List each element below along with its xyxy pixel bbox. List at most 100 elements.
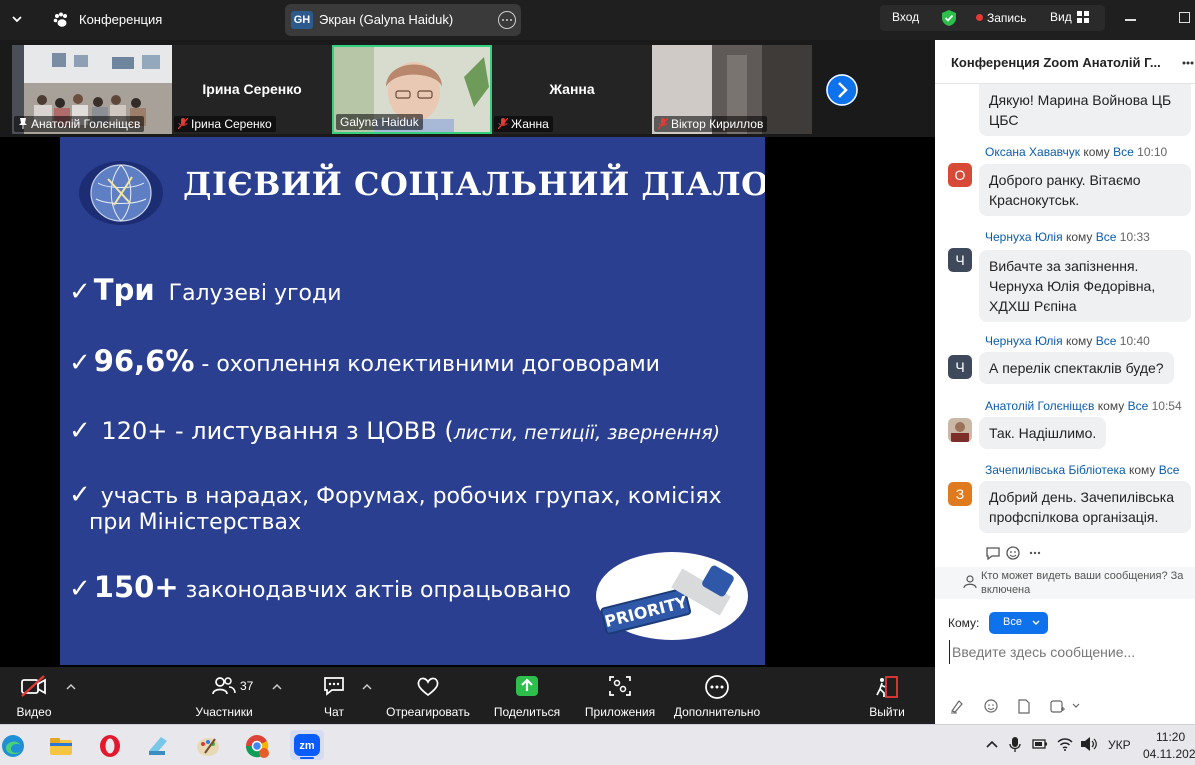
shared-slide: ДІЄВИЙ СОЦІАЛЬНИЙ ДІАЛОГ ✓ Три Галузеві у… [60,137,765,665]
chevron-up-icon[interactable] [985,739,999,749]
shield-icon[interactable] [941,9,957,27]
chat-message-input[interactable] [949,640,1189,664]
screenshot-icon[interactable] [1050,700,1065,713]
more-icon [705,675,729,699]
enter-button[interactable]: Вход [892,10,919,24]
edge-browser-icon[interactable] [0,733,26,759]
mic-muted-icon [498,118,508,129]
chat-message-meta: Анатолій Голєніщєв кому Все 10:54 [985,399,1182,413]
maximize-button[interactable] [1179,12,1190,23]
volume-icon[interactable] [1080,736,1097,752]
chat-message-bubble: Так. Надішлимо. [979,417,1107,449]
chat-button[interactable]: Чат [312,667,356,724]
checkmark-icon: ✓ [69,416,91,446]
share-screen-icon [516,676,538,696]
chat-message-bubble: А перелік спектаклів буде? [979,352,1174,384]
chevron-down-icon[interactable] [1072,703,1080,708]
avatar: О [948,163,972,187]
slide-bullet: ✓ 96,6% - охоплення колективними договора… [69,344,660,378]
checkmark-icon: ✓ [69,348,91,378]
video-options-caret-icon[interactable] [66,683,76,691]
opera-icon[interactable] [97,733,123,759]
chat-options-caret-icon[interactable] [362,683,372,691]
format-icon[interactable] [951,700,963,714]
privacy-notice[interactable]: Кто может видеть ваши сообщения? За вклю… [935,567,1195,599]
view-button[interactable]: Вид [1050,10,1072,24]
emoji-icon[interactable] [984,699,998,713]
participant-tile-active-speaker[interactable]: Galyna Haiduk [332,45,492,134]
leave-button[interactable]: Выйти [862,667,912,724]
slide-bullet: ✓ 120+ - листування з ЦОВВ (листи, петиц… [69,416,721,446]
priority-stamp-image: PRIORITY [596,552,748,640]
clock-date[interactable]: 04.11.2025 [1143,747,1195,761]
checkmark-icon: ✓ [69,277,91,307]
slide-bullet: ✓ участь в нарадах, Форумах, робочих гру… [69,480,722,535]
chevron-down-icon [1032,620,1040,625]
meeting-controls-top: Вход Запись Вид [880,5,1105,31]
zoom-meeting-window: Конференция GH Экран (Galyna Haiduk) Вхо… [0,0,1195,765]
wifi-icon[interactable] [1057,737,1073,751]
chat-message-meta: Зачепилівська Бібліотека кому Все [985,463,1180,477]
chat-panel: Конференция Zoom Анатолій Г... Дякую! Ма… [935,40,1195,724]
chat-message-bubble: Дякую! Марина Войнова ЦБ ЦБС [979,84,1191,136]
participant-video-strip: Анатолій Голєніщєв Ірина Серенко Ірина С… [0,40,935,137]
notes-app-icon[interactable] [145,733,171,759]
chat-title: Конференция Zoom Анатолій Г... [951,55,1161,70]
chat-menu-icon[interactable] [1182,61,1194,65]
screen-share-indicator[interactable]: GH Экран (Galyna Haiduk) [285,4,521,36]
keyboard-language[interactable]: УКР [1108,738,1131,752]
zoom-app-icon[interactable]: zm [290,730,324,760]
clock-time[interactable]: 11:20 [1156,730,1185,744]
recipient-select[interactable]: Все [989,612,1048,634]
participant-name-label: Віктор Кириллов [654,116,768,132]
checkmark-icon: ✓ [69,480,91,510]
chat-message-meta: Чернуха Юлія кому Все 10:33 [985,230,1150,244]
battery-icon[interactable] [1032,737,1048,751]
chat-tools [951,699,1080,714]
next-page-arrow-icon[interactable] [826,74,858,106]
avatar [948,418,972,442]
reply-icon[interactable] [986,547,1000,561]
heart-icon [417,677,439,697]
microphone-icon[interactable] [1009,736,1021,753]
svg-text:zm: zm [299,740,315,752]
chevron-down-icon[interactable] [10,12,24,26]
to-label: Кому: [948,616,980,630]
participants-count: 37 [240,679,254,693]
apps-button[interactable]: Приложения [582,667,658,724]
chrome-icon[interactable] [244,733,270,759]
participant-tile[interactable]: Жанна Жанна [492,45,652,134]
title-bar: Конференция GH Экран (Galyna Haiduk) Вхо… [0,0,1195,40]
more-actions-icon[interactable] [1029,551,1041,555]
file-explorer-icon[interactable] [48,733,74,759]
avatar: Ч [948,248,972,272]
emoji-icon[interactable] [1006,546,1020,560]
paw-icon [53,12,67,27]
grid-view-icon[interactable] [1077,11,1089,23]
mic-muted-icon [658,118,668,129]
participant-tile[interactable]: Ірина Серенко Ірина Серенко [172,45,332,134]
record-button[interactable]: Запись [987,11,1026,25]
participants-button[interactable]: Участники [190,667,258,724]
share-label: Экран (Galyna Haiduk) [319,12,454,27]
participant-name-label: Galyna Haiduk [336,114,423,130]
more-options-icon[interactable] [498,11,516,29]
react-button[interactable]: Отреагировать [384,667,472,724]
minimize-button[interactable] [1125,19,1136,21]
chat-message-bubble: Доброго ранку. Вітаємо Краснокутськ. [979,164,1191,216]
participants-options-caret-icon[interactable] [272,683,282,691]
record-dot-icon [976,14,983,21]
share-screen-button[interactable]: Поделиться [492,667,562,724]
video-button[interactable]: Видео [8,667,60,724]
paint-app-icon[interactable] [195,733,221,759]
participant-tile[interactable]: Анатолій Голєніщєв [12,45,172,134]
pin-icon [19,118,27,129]
message-reactions [986,546,1041,561]
slide-bullet: ✓ 150+ законодавчих актів опрацьовано [69,570,572,604]
file-icon[interactable] [1018,699,1030,714]
chat-message-meta: Чернуха Юлія кому Все 10:40 [985,334,1150,348]
app-title: Конференция [79,12,163,27]
participant-tile[interactable]: Віктор Кириллов [652,45,812,134]
more-button[interactable]: Дополнительно [670,667,764,724]
video-off-icon [21,675,46,697]
